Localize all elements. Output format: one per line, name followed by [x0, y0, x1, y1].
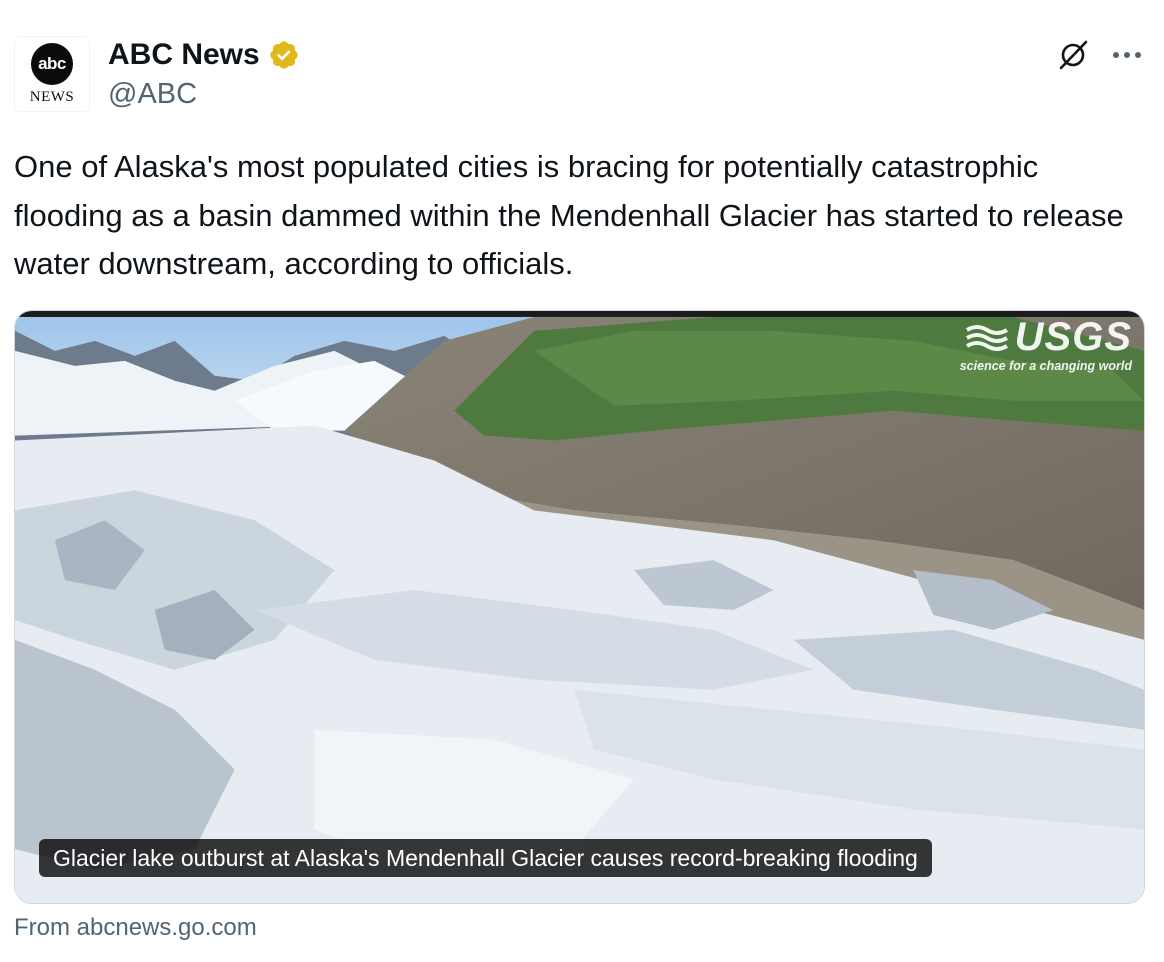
more-button[interactable]	[1108, 36, 1146, 74]
link-card[interactable]: USGS science for a changing world Glacie…	[14, 310, 1145, 904]
card-source-link[interactable]: From abcnews.go.com	[14, 914, 257, 942]
usgs-waves-icon	[965, 325, 1008, 351]
grok-button[interactable]	[1054, 36, 1092, 74]
author-display-name[interactable]: ABC News	[108, 38, 260, 72]
grok-icon	[1059, 40, 1088, 70]
verified-badge-icon[interactable]	[268, 39, 300, 71]
tweet-text: One of Alaska's most populated cities is…	[14, 149, 1124, 281]
author-name-row: ABC News	[108, 38, 300, 72]
usgs-watermark: USGS science for a changing world	[960, 315, 1132, 373]
abc-logo: abc	[31, 42, 73, 85]
author-handle[interactable]: @ABC	[108, 78, 197, 111]
card-caption: Glacier lake outburst at Alaska's Menden…	[39, 839, 932, 877]
tweet: abc NEWS ABC News @ABC One of Alaska's m…	[0, 0, 1164, 962]
avatar[interactable]: abc NEWS	[14, 36, 90, 112]
glacier-photo	[15, 311, 1144, 903]
avatar-news-word: NEWS	[29, 88, 75, 105]
usgs-title: USGS	[1014, 315, 1132, 359]
usgs-tagline: science for a changing world	[959, 359, 1132, 373]
more-horizontal-icon	[1113, 52, 1141, 58]
